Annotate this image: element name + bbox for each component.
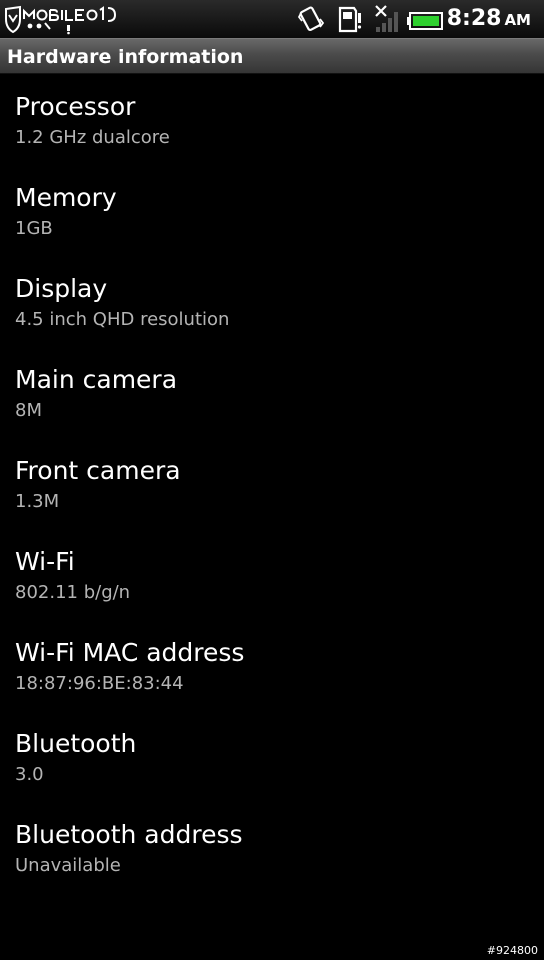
list-item-front-camera[interactable]: Front camera 1.3M (0, 438, 544, 529)
item-label: Main camera (15, 365, 178, 394)
item-label: Display (15, 274, 108, 303)
list-item-wifi[interactable]: Wi-Fi 802.11 b/g/n (0, 529, 544, 620)
item-value: 1.3M (15, 491, 60, 512)
status-clock: 8:28 AM (447, 5, 531, 34)
vibrate-icon (298, 6, 325, 32)
mobile01-logo-icon (5, 5, 117, 35)
item-label: Memory (15, 183, 117, 212)
phone-screen: 8:28 AM Hardware information Processor 1.… (0, 0, 544, 960)
status-bar: 8:28 AM (0, 0, 544, 39)
item-label: Wi-Fi MAC address (15, 638, 245, 667)
no-signal-icon (375, 5, 398, 32)
list-item-display[interactable]: Display 4.5 inch QHD resolution (0, 256, 544, 347)
item-label: Processor (15, 92, 136, 121)
title-bar: Hardware information (0, 38, 544, 74)
battery-icon (407, 12, 443, 30)
list-item-bluetooth-address[interactable]: Bluetooth address Unavailable (0, 802, 544, 893)
item-label: Wi-Fi (15, 547, 75, 576)
list-item-bluetooth[interactable]: Bluetooth 3.0 (0, 711, 544, 802)
item-label: Bluetooth (15, 729, 137, 758)
item-label: Front camera (15, 456, 181, 485)
hardware-info-list: Processor 1.2 GHz dualcore Memory 1GB Di… (0, 74, 544, 893)
image-id-tag: #924800 (486, 944, 538, 957)
sd-card-icon (338, 6, 362, 33)
list-item-wifi-mac-address[interactable]: Wi-Fi MAC address 18:87:96:BE:83:44 (0, 620, 544, 711)
clock-ampm: AM (504, 11, 531, 29)
item-value: 802.11 b/g/n (15, 582, 131, 603)
item-value: 1GB (15, 218, 53, 239)
item-value: 3.0 (15, 764, 44, 785)
item-value: 18:87:96:BE:83:44 (15, 673, 184, 694)
list-item-processor[interactable]: Processor 1.2 GHz dualcore (0, 74, 544, 165)
clock-time: 8:28 (446, 6, 502, 31)
list-item-main-camera[interactable]: Main camera 8M (0, 347, 544, 438)
item-value: 8M (15, 400, 42, 421)
item-value: 1.2 GHz dualcore (15, 127, 170, 148)
item-value: Unavailable (15, 855, 121, 876)
list-item-memory[interactable]: Memory 1GB (0, 165, 544, 256)
item-value: 4.5 inch QHD resolution (15, 309, 230, 330)
page-title: Hardware information (7, 46, 244, 68)
status-icons (298, 5, 443, 33)
item-label: Bluetooth address (15, 820, 243, 849)
